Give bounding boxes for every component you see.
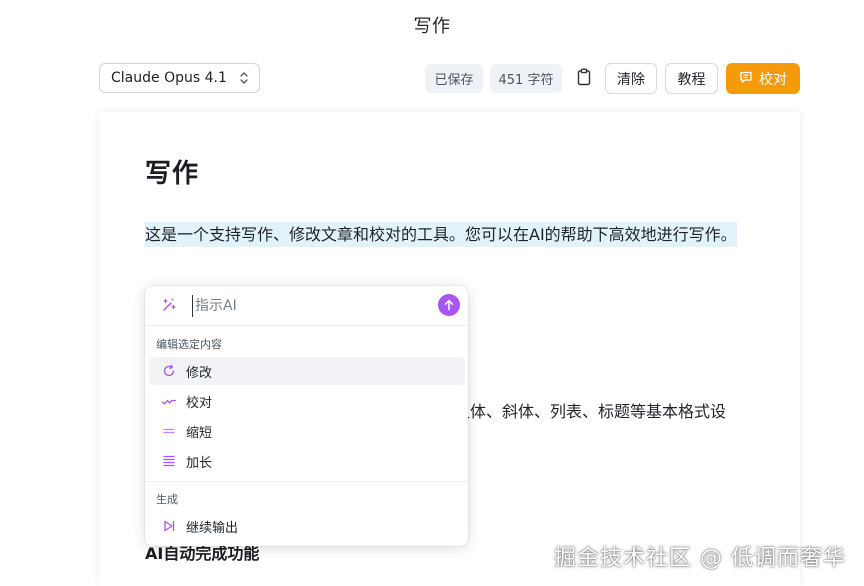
app-title: 写作 — [413, 16, 451, 37]
watermark: 掘金技术社区 @ 低调而奢华 — [554, 546, 846, 571]
selected-paragraph[interactable]: 这是一个支持写作、修改文章和校对的工具。您可以在AI的帮助下高效地进行写作。 — [145, 220, 745, 250]
copy-button[interactable] — [570, 64, 598, 93]
menu-item-proofread[interactable]: 校对 — [149, 387, 465, 415]
generate-section-label: 生成 — [156, 493, 178, 506]
clipboard-icon — [576, 68, 592, 90]
magic-wand-icon — [161, 297, 177, 313]
menu-item-label: 继续输出 — [186, 520, 239, 536]
arrow-up-icon — [444, 299, 454, 311]
model-select-value: Claude Opus 4.1 — [111, 70, 227, 86]
ai-instruction-input[interactable] — [192, 295, 422, 317]
clear-button[interactable]: 清除 — [605, 63, 657, 94]
document-heading: 写作 — [145, 159, 200, 189]
ai-command-popup: 编辑选定内容 修改 校对 缩短 — [145, 286, 468, 546]
proofread-button[interactable]: 校对 — [726, 63, 800, 94]
refresh-icon — [161, 363, 177, 379]
play-forward-icon — [161, 518, 177, 534]
model-select[interactable]: Claude Opus 4.1 — [99, 63, 260, 93]
comment-icon — [739, 70, 753, 88]
partial-paragraph: 粗体、斜体、列表、标题等基本格式设 — [454, 402, 727, 421]
menu-item-label: 加长 — [186, 455, 213, 471]
char-count-badge: 451 字符 — [490, 64, 562, 93]
menu-item-rewrite[interactable]: 修改 — [149, 357, 465, 385]
menu-item-label: 校对 — [186, 395, 213, 411]
extend-lines-icon — [161, 453, 177, 469]
send-button[interactable] — [438, 294, 460, 316]
menu-item-extend[interactable]: 加长 — [149, 447, 465, 475]
edit-section-label: 编辑选定内容 — [156, 338, 222, 351]
menu-item-label: 修改 — [186, 365, 213, 381]
menu-item-shorten[interactable]: 缩短 — [149, 417, 465, 445]
selected-text: 这是一个支持写作、修改文章和校对的工具。您可以在AI的帮助下高效地进行写作。 — [145, 222, 737, 247]
shorten-lines-icon — [161, 423, 177, 439]
menu-divider — [145, 481, 468, 482]
proofread-label: 校对 — [759, 71, 787, 88]
check-wave-icon — [161, 393, 177, 409]
menu-item-continue[interactable]: 继续输出 — [149, 512, 465, 540]
chevron-updown-icon — [239, 70, 249, 86]
menu-item-label: 缩短 — [186, 425, 213, 441]
tutorial-button[interactable]: 教程 — [665, 63, 718, 94]
saved-status-badge: 已保存 — [425, 64, 483, 93]
ai-input-row — [145, 286, 468, 326]
